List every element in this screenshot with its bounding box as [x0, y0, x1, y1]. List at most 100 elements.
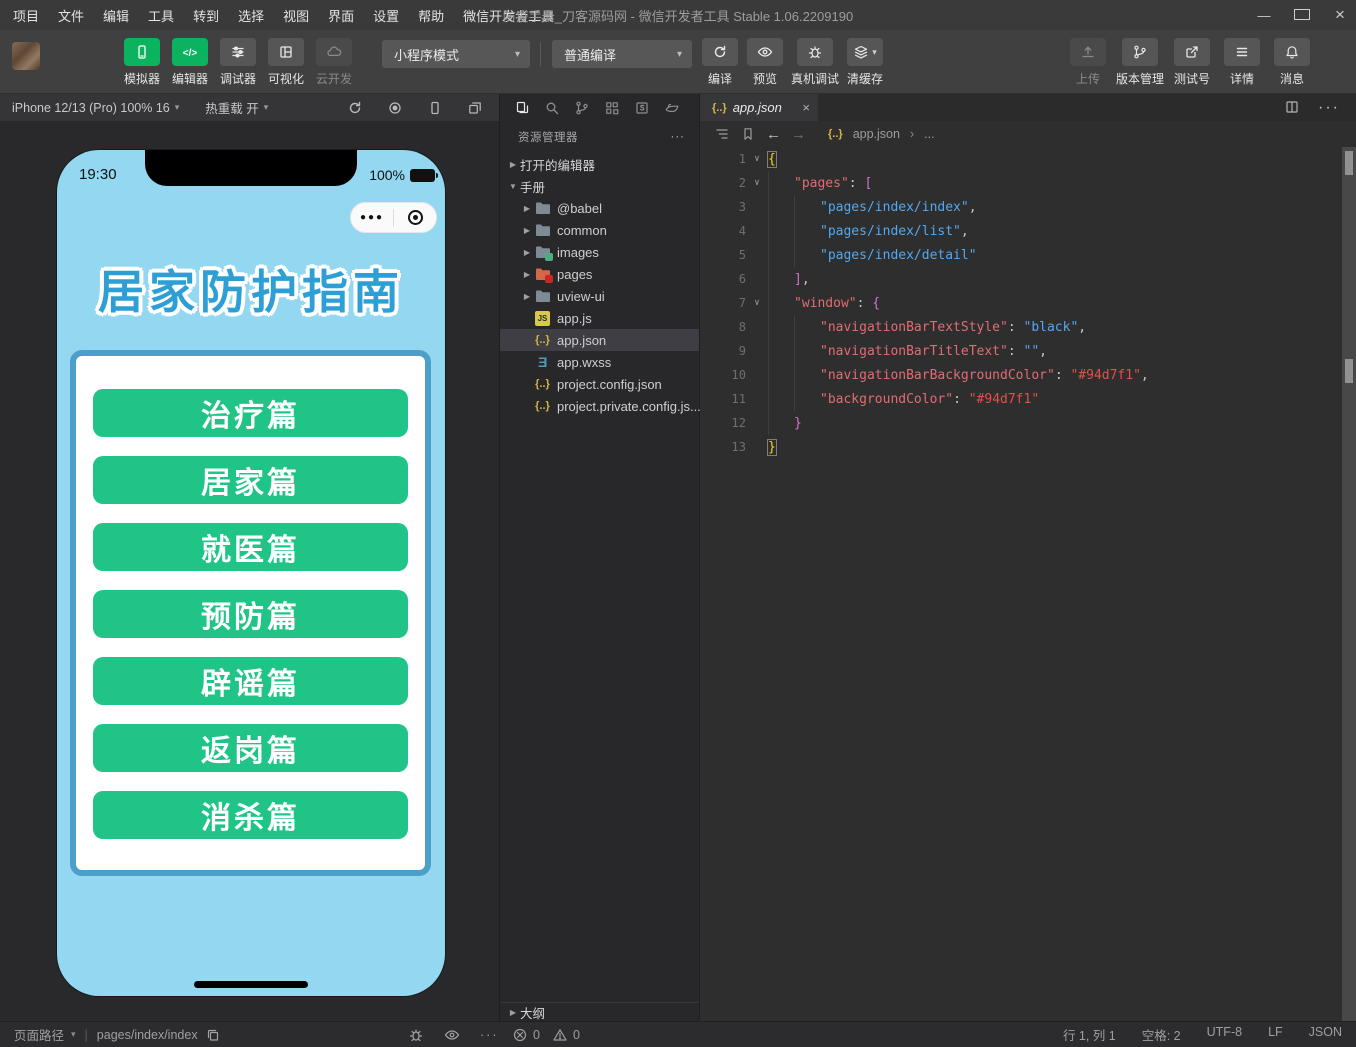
- miniprogram-button-预防篇[interactable]: 预防篇: [93, 590, 408, 638]
- menu-设置[interactable]: 设置: [373, 6, 399, 25]
- toolbar-button-云开发[interactable]: 云开发: [311, 38, 357, 87]
- page-path-value[interactable]: pages/index/index: [97, 1028, 198, 1042]
- device-frame-icon[interactable]: [427, 100, 443, 116]
- menu-帮助[interactable]: 帮助: [418, 6, 444, 25]
- menu-工具[interactable]: 工具: [148, 6, 174, 25]
- restart-icon[interactable]: [347, 100, 363, 116]
- code-line-4[interactable]: 4 "pages/index/list",: [700, 219, 1356, 243]
- breadcrumb-file[interactable]: app.json: [853, 127, 900, 141]
- tree-item-project.private.config.js...[interactable]: {..} project.private.config.js...: [500, 395, 701, 417]
- project-root-section[interactable]: ▼ 手册: [500, 175, 699, 197]
- files-icon[interactable]: [514, 100, 530, 116]
- toolbar-button-调试器[interactable]: 调试器: [215, 38, 261, 87]
- source-control-icon[interactable]: [574, 100, 590, 116]
- toolbar-button-模拟器[interactable]: 模拟器: [119, 38, 165, 87]
- tree-item-app.js[interactable]: JS app.js: [500, 307, 699, 329]
- sim-more-icon[interactable]: ···: [480, 1028, 499, 1042]
- docker-icon[interactable]: [664, 100, 680, 116]
- search-icon[interactable]: [544, 100, 560, 116]
- language-mode[interactable]: JSON: [1309, 1025, 1342, 1044]
- code-line-13[interactable]: 13}: [700, 435, 1356, 459]
- toolbar-button-上传[interactable]: 上传: [1066, 38, 1110, 87]
- menu-转到[interactable]: 转到: [193, 6, 219, 25]
- code-area[interactable]: 1 ∨{2 ∨ "pages": [3 "pages/index/index", 4 "pa…: [700, 147, 1356, 459]
- capsule-more-icon[interactable]: ●●●: [351, 212, 393, 223]
- problems-indicator[interactable]: 0 0: [512, 1027, 580, 1043]
- miniprogram-button-消杀篇[interactable]: 消杀篇: [93, 791, 408, 839]
- tree-item-project.config.json[interactable]: {..} project.config.json: [500, 373, 699, 395]
- code-line-2[interactable]: 2 ∨ "pages": [: [700, 171, 1356, 195]
- code-line-11[interactable]: 11 "backgroundColor": "#94d7f1": [700, 387, 1356, 411]
- menu-编辑[interactable]: 编辑: [103, 6, 129, 25]
- maximize-icon[interactable]: [1294, 8, 1310, 23]
- avatar[interactable]: [12, 42, 40, 70]
- extensions-icon[interactable]: [604, 100, 620, 116]
- cursor-position[interactable]: 行 1, 列 1: [1063, 1025, 1116, 1044]
- code-line-3[interactable]: 3 "pages/index/index",: [700, 195, 1356, 219]
- menu-微信开发者工具[interactable]: 微信开发者工具: [463, 6, 554, 25]
- code-line-10[interactable]: 10 "navigationBarBackgroundColor": "#94d7…: [700, 363, 1356, 387]
- miniprogram-button-辟谣篇[interactable]: 辟谣篇: [93, 657, 408, 705]
- breadcrumb-more[interactable]: ...: [924, 127, 934, 141]
- tree-item-uview-ui[interactable]: ▶ uview-ui: [500, 285, 699, 307]
- code-line-1[interactable]: 1 ∨{: [700, 147, 1356, 171]
- explorer-more-icon[interactable]: ···: [671, 131, 686, 143]
- tab-close-icon[interactable]: ×: [802, 100, 810, 115]
- forward-icon[interactable]: →: [791, 126, 806, 143]
- back-icon[interactable]: ←: [766, 126, 781, 143]
- toolbar-button-可视化[interactable]: 可视化: [263, 38, 309, 87]
- encoding[interactable]: UTF-8: [1207, 1025, 1242, 1044]
- toolbar-button-编译[interactable]: 编译: [701, 38, 739, 87]
- vconsole-bug-icon[interactable]: [408, 1027, 424, 1043]
- tree-item-images[interactable]: ▶ images: [500, 241, 699, 263]
- menu-界面[interactable]: 界面: [328, 6, 354, 25]
- copy-icon[interactable]: [205, 1027, 221, 1043]
- bookmark-icon[interactable]: [740, 126, 756, 142]
- preview-eye-icon[interactable]: [444, 1027, 460, 1043]
- fold-icon[interactable]: ∨: [746, 178, 768, 188]
- tree-item-@babel[interactable]: ▶ @babel: [500, 197, 699, 219]
- code-line-12[interactable]: 12}: [700, 411, 1356, 435]
- fold-icon[interactable]: ∨: [746, 298, 768, 308]
- toolbar-button-真机调试[interactable]: 真机调试: [791, 38, 839, 87]
- toolbar-button-预览[interactable]: 预览: [746, 38, 784, 87]
- minimize-icon[interactable]: —: [1256, 8, 1272, 23]
- editor-more-icon[interactable]: ···: [1318, 99, 1340, 117]
- toolbar-button-详情[interactable]: 详情: [1220, 38, 1264, 87]
- page-path-label[interactable]: 页面路径: [14, 1025, 64, 1044]
- eol[interactable]: LF: [1268, 1025, 1283, 1044]
- open-editors-section[interactable]: ▶ 打开的编辑器: [500, 153, 699, 175]
- menu-文件[interactable]: 文件: [58, 6, 84, 25]
- code-line-9[interactable]: 9 "navigationBarTitleText": "",: [700, 339, 1356, 363]
- record-icon[interactable]: [387, 100, 403, 116]
- toolbar-button-版本管理[interactable]: 版本管理: [1116, 38, 1164, 87]
- miniprogram-button-治疗篇[interactable]: 治疗篇: [93, 389, 408, 437]
- editor-scrollbar[interactable]: [1342, 147, 1356, 1021]
- toolbar-button-清缓存[interactable]: ▾ 清缓存: [846, 38, 884, 87]
- code-line-7[interactable]: 7 ∨ "window": {: [700, 291, 1356, 315]
- tree-item-app.json[interactable]: {..} app.json: [500, 329, 699, 351]
- miniprogram-button-就医篇[interactable]: 就医篇: [93, 523, 408, 571]
- menu-项目[interactable]: 项目: [13, 6, 39, 25]
- toolbar-button-消息[interactable]: 消息: [1270, 38, 1314, 87]
- npm-scripts-icon[interactable]: [634, 100, 650, 116]
- outline-list-icon[interactable]: [714, 126, 730, 142]
- capsule-exit-icon[interactable]: [394, 210, 436, 225]
- tree-item-common[interactable]: ▶ common: [500, 219, 699, 241]
- code-line-5[interactable]: 5 "pages/index/detail": [700, 243, 1356, 267]
- device-select[interactable]: iPhone 12/13 (Pro) 100% 16: [0, 101, 170, 115]
- outline-section[interactable]: ▶ 大纲: [500, 1002, 699, 1021]
- miniprogram-button-居家篇[interactable]: 居家篇: [93, 456, 408, 504]
- menu-选择[interactable]: 选择: [238, 6, 264, 25]
- compile-mode-select[interactable]: 普通编译 ▾: [552, 40, 692, 68]
- close-icon[interactable]: ×: [1332, 5, 1348, 25]
- tree-item-app.wxss[interactable]: Eapp.wxss: [500, 351, 699, 373]
- split-editor-icon[interactable]: [1284, 99, 1300, 117]
- hot-reload-toggle[interactable]: 热重载 开: [205, 98, 258, 117]
- miniprogram-button-返岗篇[interactable]: 返岗篇: [93, 724, 408, 772]
- menu-视图[interactable]: 视图: [283, 6, 309, 25]
- code-line-6[interactable]: 6],: [700, 267, 1356, 291]
- tree-item-pages[interactable]: ▶ pages: [500, 263, 699, 285]
- scrollbar-thumb[interactable]: [1345, 151, 1353, 175]
- toolbar-button-编辑器[interactable]: </> 编辑器: [167, 38, 213, 87]
